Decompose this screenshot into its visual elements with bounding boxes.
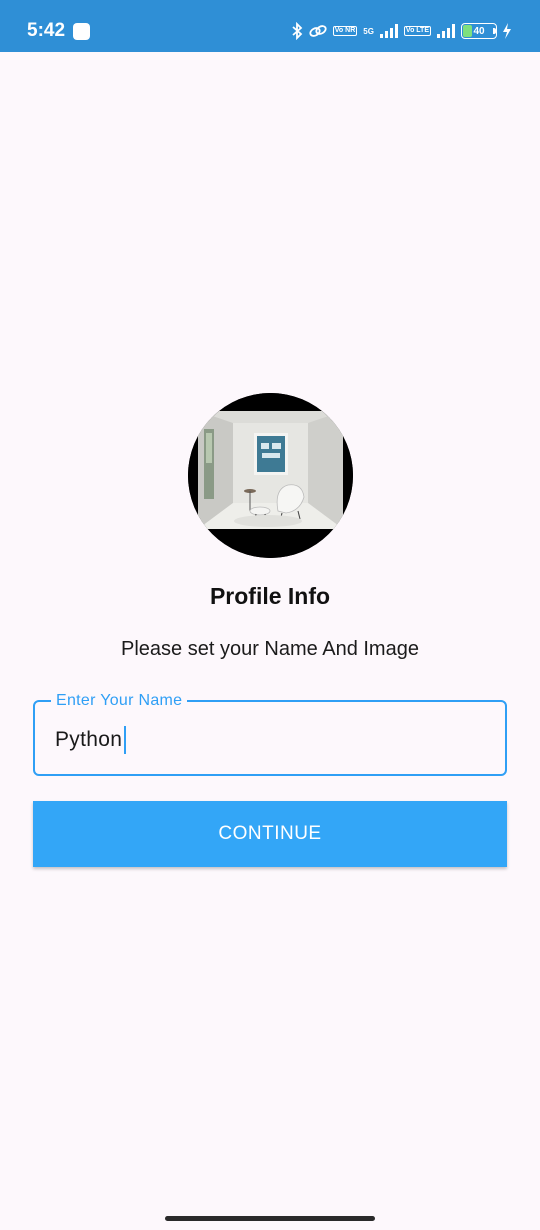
signal-icon: [379, 24, 398, 38]
text-caret: [124, 726, 127, 754]
name-input-value: Python: [55, 728, 123, 751]
page-subtitle: Please set your Name And Image: [121, 638, 419, 660]
status-time: 5:42: [27, 20, 66, 41]
profile-image[interactable]: [188, 393, 353, 558]
battery-icon: 40: [461, 23, 497, 39]
bluetooth-icon: [291, 22, 303, 40]
name-input[interactable]: Python: [55, 726, 127, 754]
battery-level: 40: [473, 25, 485, 37]
name-field-label: Enter Your Name: [51, 692, 188, 710]
link-icon: [309, 24, 327, 38]
notification-icon: [73, 23, 90, 40]
continue-button[interactable]: CONTINUE: [33, 801, 507, 867]
status-icons: Vo NR 5G Vo LTE 40: [291, 19, 512, 43]
volte-nr-badge: Vo NR: [332, 26, 358, 36]
page-title: Profile Info: [209, 583, 331, 609]
5g-label: 5G: [363, 26, 374, 36]
status-bar: 5:42 Vo NR 5G Vo LTE 40: [0, 0, 540, 52]
volte-lte-badge: Vo LTE: [403, 26, 431, 36]
charging-icon: [502, 23, 512, 39]
signal-icon-2: [437, 24, 455, 38]
home-indicator[interactable]: [165, 1216, 375, 1221]
name-field[interactable]: Enter Your Name Python: [33, 692, 507, 776]
